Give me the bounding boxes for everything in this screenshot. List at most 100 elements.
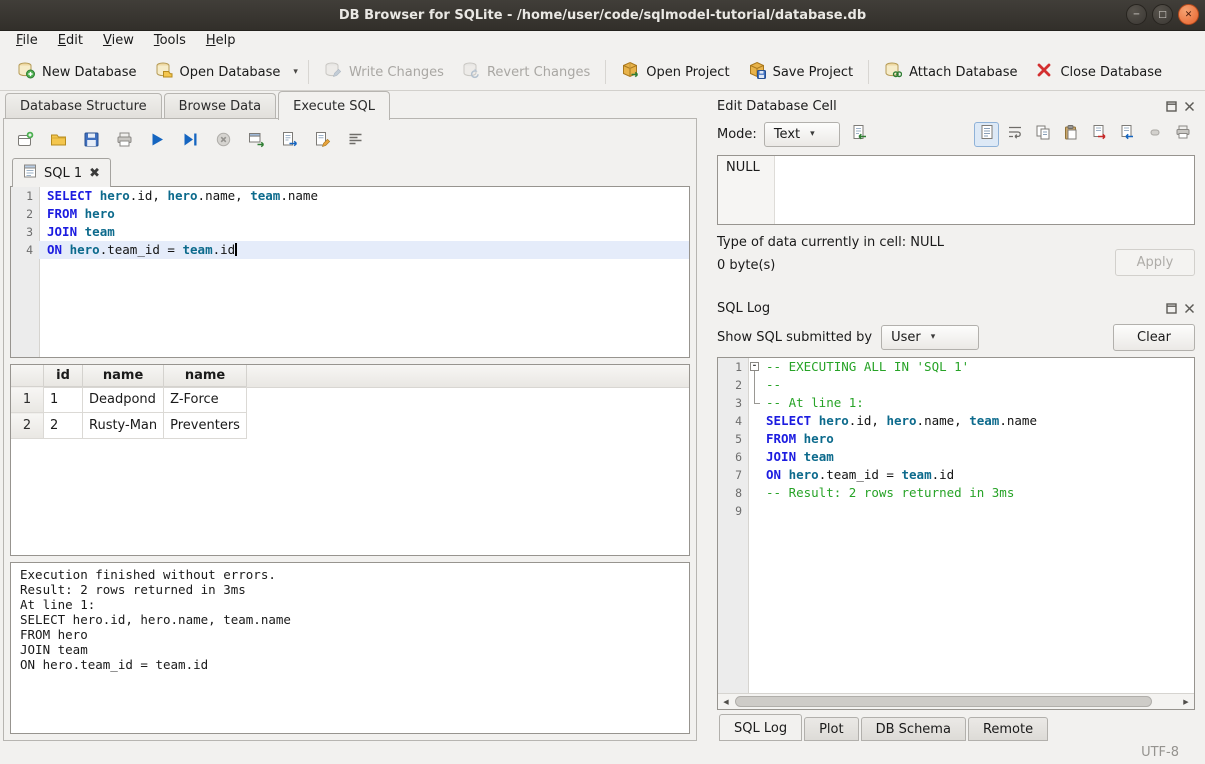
mode-value: Text — [774, 127, 800, 142]
float-dock-icon[interactable] — [1166, 303, 1177, 314]
toolbar-separator — [605, 60, 606, 84]
fold-marker — [748, 394, 762, 412]
tab-execute-sql[interactable]: Execute SQL — [278, 91, 390, 120]
log-line: 5FROM hero — [718, 430, 1194, 448]
import-cell-button[interactable] — [1114, 122, 1139, 147]
word-wrap-icon — [1007, 124, 1023, 144]
open-database-dropdown[interactable]: ▾ — [289, 62, 302, 82]
import-text-button[interactable] — [847, 122, 872, 147]
set-null-button[interactable] — [1142, 122, 1167, 147]
menu-tools[interactable]: Tools — [144, 30, 196, 54]
sql-log-lines: 1--- EXECUTING ALL IN 'SQL 1'2--3-- At l… — [718, 358, 1194, 693]
paste-button[interactable] — [1058, 122, 1083, 147]
attach-database-button[interactable]: Attach Database — [875, 56, 1026, 88]
export-results-button[interactable] — [278, 130, 300, 152]
log-horizontal-scrollbar[interactable]: ◀ ▶ — [718, 693, 1194, 709]
execute-all-button[interactable] — [146, 130, 168, 152]
tab-plot[interactable]: Plot — [804, 717, 859, 741]
menu-view[interactable]: View — [93, 30, 144, 54]
print-cell-button[interactable] — [1170, 122, 1195, 147]
new-database-button[interactable]: New Database — [8, 56, 146, 88]
export-cell-button[interactable] — [1086, 122, 1111, 147]
save-as-view-button[interactable] — [311, 130, 333, 152]
table-cell[interactable]: 1 — [44, 387, 83, 413]
execute-line-button[interactable] — [179, 130, 201, 152]
clear-log-button[interactable]: Clear — [1113, 324, 1195, 351]
log-line: 4SELECT hero.id, hero.name, team.name — [718, 412, 1194, 430]
open-database-button[interactable]: Open Database — [146, 56, 290, 88]
close-dock-icon[interactable] — [1184, 303, 1195, 314]
text-view-button[interactable] — [974, 122, 999, 147]
database-write-icon — [324, 61, 342, 83]
table-cell[interactable]: Preventers — [164, 413, 247, 439]
tab-sql-log[interactable]: SQL Log — [719, 714, 802, 741]
editor-line[interactable]: 2FROM hero — [11, 205, 689, 223]
sql-editor[interactable]: 1SELECT hero.id, hero.name, team.name2FR… — [10, 186, 690, 358]
folder-open-icon — [50, 131, 67, 152]
table-row: 22Rusty-ManPreventers — [11, 413, 246, 439]
column-header[interactable]: name — [164, 365, 247, 387]
log-filter-value: User — [891, 330, 921, 345]
mode-select[interactable]: Text ▾ — [764, 122, 840, 147]
print-sql-button[interactable] — [113, 130, 135, 152]
cell-info-row: Type of data currently in cell: NULL 0 b… — [717, 235, 1195, 289]
sql-tab-label: SQL 1 — [44, 166, 82, 181]
import-text-icon — [851, 124, 868, 145]
sql-document-icon — [23, 164, 37, 182]
scroll-right-icon[interactable]: ▶ — [1178, 694, 1194, 709]
tab-browse-data[interactable]: Browse Data — [164, 93, 277, 119]
tab-db-schema[interactable]: DB Schema — [861, 717, 966, 741]
menu-help[interactable]: Help — [196, 30, 246, 54]
database-close-icon — [1035, 61, 1053, 83]
close-dock-icon[interactable] — [1184, 101, 1195, 112]
cell-value-editor[interactable]: NULL — [717, 155, 1195, 225]
table-cell[interactable]: 2 — [44, 413, 83, 439]
format-sql-button[interactable] — [344, 130, 366, 152]
minimize-button[interactable]: ─ — [1126, 4, 1147, 25]
close-button[interactable]: ✕ — [1178, 4, 1199, 25]
close-database-button[interactable]: Close Database — [1026, 56, 1171, 88]
save-sql-file-button[interactable] — [80, 130, 102, 152]
editor-line[interactable]: 3JOIN team — [11, 223, 689, 241]
scroll-left-icon[interactable]: ◀ — [718, 694, 734, 709]
scrollbar-thumb[interactable] — [735, 696, 1152, 707]
fold-marker[interactable]: - — [748, 358, 762, 376]
new-tab-button[interactable] — [14, 130, 36, 152]
row-header[interactable]: 2 — [11, 413, 44, 439]
detach-tab-button[interactable] — [245, 130, 267, 152]
float-dock-icon[interactable] — [1166, 101, 1177, 112]
menu-edit[interactable]: Edit — [48, 30, 93, 54]
file-export-icon — [281, 131, 298, 152]
row-header[interactable]: 1 — [11, 387, 44, 413]
tab-remote[interactable]: Remote — [968, 717, 1048, 741]
open-project-button[interactable]: Open Project — [612, 56, 738, 88]
editor-line[interactable]: 1SELECT hero.id, hero.name, team.name — [11, 187, 689, 205]
log-filter-select[interactable]: User ▾ — [881, 325, 979, 350]
sql-log-title: SQL Log — [717, 301, 1166, 316]
table-cell[interactable]: Deadpond — [83, 387, 164, 413]
close-tab-icon[interactable]: ✖ — [89, 168, 100, 179]
printer-icon — [116, 131, 133, 152]
word-wrap-button[interactable] — [1002, 122, 1027, 147]
table-cell[interactable]: Z-Force — [164, 387, 247, 413]
editor-line[interactable]: 4ON hero.team_id = team.id — [11, 241, 689, 259]
execute-sql-page: SQL 1 ✖ 1SELECT hero.id, hero.name, team… — [3, 118, 697, 741]
copy-button[interactable] — [1030, 122, 1055, 147]
title-bar: DB Browser for SQLite - /home/user/code/… — [0, 0, 1205, 31]
column-header[interactable]: name — [83, 365, 164, 387]
open-sql-file-button[interactable] — [47, 130, 69, 152]
format-lines-icon — [347, 131, 364, 152]
execute-all-icon — [149, 131, 166, 152]
log-line: 6JOIN team — [718, 448, 1194, 466]
menu-file[interactable]: File — [6, 30, 48, 54]
save-project-button[interactable]: Save Project — [739, 56, 863, 88]
tab-database-structure[interactable]: Database Structure — [5, 93, 162, 119]
table-cell[interactable]: Rusty-Man — [83, 413, 164, 439]
maximize-button[interactable]: □ — [1152, 4, 1173, 25]
chevron-down-icon: ▾ — [810, 129, 815, 139]
database-open-icon — [155, 61, 173, 83]
column-header[interactable]: id — [44, 365, 83, 387]
sql-1-tab[interactable]: SQL 1 ✖ — [12, 158, 111, 187]
attach-database-label: Attach Database — [909, 65, 1017, 80]
scrollbar-track[interactable] — [734, 694, 1178, 709]
